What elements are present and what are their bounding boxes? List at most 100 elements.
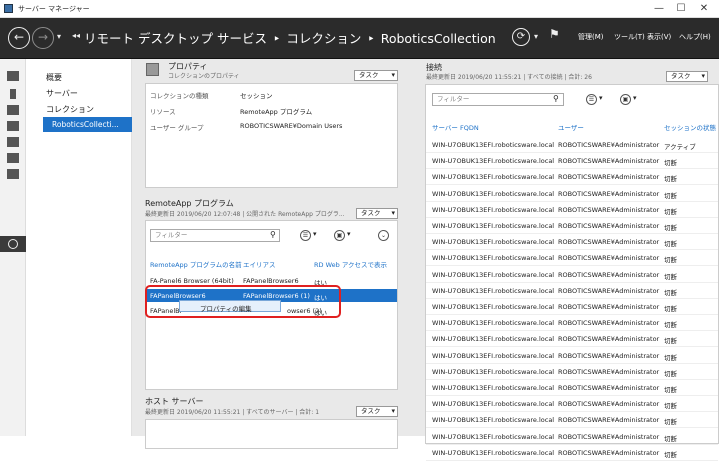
table-row-cell: 切断 (664, 207, 677, 216)
list-options-dropdown-icon[interactable]: ▾ (313, 230, 317, 238)
table-row-cell: ROBOTICSWARE¥Administrator (558, 400, 660, 409)
nav-item-overview[interactable]: 概要 (46, 72, 62, 83)
menu-manage[interactable]: 管理(M) (578, 32, 604, 42)
table-row-cell[interactable]: FA-Panel6 Browser (64bit) (150, 277, 234, 285)
remote-access-icon[interactable] (7, 153, 19, 163)
table-row[interactable]: WIN-U7OBUK13EFI.roboticsware.local ROBOTI… (426, 234, 718, 251)
table-row-cell: ROBOTICSWARE¥Administrator (558, 238, 660, 247)
table-row-cell: 切断 (664, 305, 677, 313)
table-row[interactable]: WIN-U7OBUK13EFI.roboticsware.local ROBOTI… (426, 429, 718, 445)
remote-desktop-services-item[interactable] (0, 236, 26, 252)
column-header-user[interactable]: ユーザー (558, 122, 584, 132)
breadcrumb-item[interactable]: RoboticsCollection (381, 31, 496, 46)
search-icon[interactable]: ⚲ (270, 230, 276, 239)
maximize-button[interactable]: ☐ (674, 2, 688, 16)
refresh-icon[interactable]: ⟳ (512, 28, 530, 46)
table-row[interactable]: WIN-U7OBUK13EFI.roboticsware.local ROBOTI… (426, 186, 718, 202)
table-row-cell: 切断 (664, 353, 677, 362)
table-row[interactable]: WIN-U7OBUK13EFI.roboticsware.local ROBOTI… (426, 283, 718, 299)
table-row[interactable]: WIN-U7OBUK13EFI.roboticsware.local ROBOTI… (426, 445, 718, 461)
table-row[interactable]: WIN-U7OBUK13EFI.roboticsware.local ROBOTI… (426, 412, 718, 429)
connections-subtitle: 最終更新日 2019/06/20 11:55:21 | すべての接続 | 合計:… (426, 74, 592, 81)
table-row-cell: ROBOTICSWARE¥Administrator (558, 384, 660, 392)
table-row[interactable]: WIN-U7OBUK13EFI.roboticsware.local ROBOTI… (426, 250, 718, 267)
table-row-cell: WIN-U7OBUK13EFI.roboticsware.local (432, 270, 555, 279)
table-row[interactable]: WIN-U7OBUK13EFI.roboticsware.local ROBOTI… (426, 218, 718, 234)
nav-item-collections[interactable]: コレクション (46, 104, 94, 115)
table-row-cell: ROBOTICSWARE¥Administrator (558, 141, 660, 149)
table-row[interactable]: WIN-U7OBUK13EFI.roboticsware.local ROBOTI… (426, 153, 718, 170)
nav-item-servers[interactable]: サーバー (46, 88, 78, 99)
search-icon[interactable]: ⚲ (553, 94, 559, 103)
prop-value: ROBOTICSWARE¥Domain Users (240, 122, 343, 130)
expand-icon[interactable]: ⌄ (378, 230, 389, 241)
history-dropdown-icon[interactable]: ▾ (57, 32, 61, 41)
table-row[interactable]: WIN-U7OBUK13EFI.roboticsware.local ROBOTI… (426, 169, 718, 186)
minimize-button[interactable]: — (652, 2, 666, 16)
window-title: サーバー マネージャー (18, 5, 90, 13)
menu-help[interactable]: ヘルプ(H) (679, 32, 711, 42)
table-row-cell: ROBOTICSWARE¥Administrator (558, 157, 660, 166)
remoteapp-panel: フィルター ⚲ ☰ ▾ ▣ ▾ ⌄ RemoteApp プログラムの名前 エイリ… (145, 220, 398, 390)
table-row[interactable]: WIN-U7OBUK13EFI.roboticsware.local ROBOTI… (426, 331, 718, 348)
save-query-dropdown-icon[interactable]: ▾ (633, 94, 637, 102)
table-row[interactable]: WIN-U7OBUK13EFI.roboticsware.local ROBOTI… (426, 396, 718, 413)
properties-task-button[interactable]: タスク (354, 70, 398, 81)
remoteapp-task-button[interactable]: タスク (356, 208, 398, 219)
menu-tools[interactable]: ツール(T) (614, 32, 645, 42)
table-row-cell: WIN-U7OBUK13EFI.roboticsware.local (432, 367, 555, 376)
breadcrumb-item[interactable]: コレクション (286, 31, 361, 46)
iis-icon[interactable] (7, 137, 19, 147)
hostservers-task-button[interactable]: タスク (356, 406, 398, 417)
rds-icon[interactable] (7, 169, 19, 179)
menu-view[interactable]: 表示(V) (647, 32, 671, 42)
table-row[interactable]: WIN-U7OBUK13EFI.roboticsware.local ROBOTI… (426, 380, 718, 396)
list-options-dropdown-icon[interactable]: ▾ (599, 94, 603, 102)
connections-task-button[interactable]: タスク (666, 71, 708, 82)
table-row-cell: ROBOTICSWARE¥Administrator (558, 270, 660, 279)
table-row[interactable]: WIN-U7OBUK13EFI.roboticsware.local ROBOTI… (426, 315, 718, 332)
close-button[interactable]: ✕ (697, 2, 711, 16)
save-query-icon[interactable]: ▣ (334, 230, 345, 241)
table-row-cell: 切断 (664, 386, 677, 394)
connections-filter-input[interactable]: フィルター (432, 93, 564, 106)
table-row-cell: 切断 (664, 159, 677, 168)
refresh-dropdown-icon[interactable]: ▾ (534, 32, 538, 41)
local-server-icon[interactable] (10, 89, 16, 99)
flag-icon[interactable]: ⚑ (549, 27, 560, 41)
table-row-cell[interactable]: FAPanelBrowser6 (243, 277, 299, 285)
back-icon[interactable]: ← (8, 27, 30, 49)
table-row[interactable]: WIN-U7OBUK13EFI.roboticsware.local ROBOTI… (426, 137, 718, 153)
table-row[interactable]: WIN-U7OBUK13EFI.roboticsware.local ROBOTI… (426, 348, 718, 364)
save-query-dropdown-icon[interactable]: ▾ (347, 230, 351, 238)
table-row-cell: WIN-U7OBUK13EFI.roboticsware.local (432, 432, 555, 441)
table-row-cell: ROBOTICSWARE¥Administrator (558, 173, 660, 182)
save-query-icon[interactable]: ▣ (620, 94, 631, 105)
table-row-cell: ROBOTICSWARE¥Administrator (558, 222, 660, 230)
table-row-cell: 切断 (664, 240, 677, 249)
table-row-cell: ROBOTICSWARE¥Administrator (558, 335, 660, 344)
remoteapp-filter-input[interactable]: フィルター (150, 229, 280, 242)
table-row-cell: ROBOTICSWARE¥Administrator (558, 351, 660, 360)
properties-panel: コレクションの種類 セッション リソース RemoteApp プログラム ユーザ… (145, 83, 398, 188)
column-header-fqdn[interactable]: サーバー FQDN (432, 122, 479, 132)
table-row-cell: ROBOTICSWARE¥Administrator (558, 448, 660, 457)
breadcrumb-separator: ‣ (367, 31, 375, 46)
column-header-session-state[interactable]: セッションの状態 (664, 122, 718, 132)
list-options-icon[interactable]: ☰ (586, 94, 597, 105)
all-servers-icon[interactable] (7, 105, 19, 115)
prop-key: ユーザー グループ (150, 124, 204, 132)
breadcrumb-item[interactable]: リモート デスクトップ サービス (84, 31, 267, 46)
table-row[interactable]: WIN-U7OBUK13EFI.roboticsware.local ROBOTI… (426, 267, 718, 283)
table-row[interactable]: WIN-U7OBUK13EFI.roboticsware.local ROBOTI… (426, 202, 718, 218)
column-header-rdweb[interactable]: RD Web アクセスで表示 (314, 259, 387, 269)
table-row-cell: WIN-U7OBUK13EFI.roboticsware.local (432, 238, 555, 247)
column-header-alias[interactable]: エイリアス (243, 259, 276, 269)
table-row[interactable]: WIN-U7OBUK13EFI.roboticsware.local ROBOTI… (426, 299, 718, 315)
file-storage-icon[interactable] (7, 121, 19, 131)
table-row[interactable]: WIN-U7OBUK13EFI.roboticsware.local ROBOTI… (426, 364, 718, 380)
forward-icon[interactable]: → (32, 27, 54, 49)
column-header-name[interactable]: RemoteApp プログラムの名前 (150, 259, 242, 269)
dashboard-icon[interactable] (7, 71, 19, 81)
list-options-icon[interactable]: ☰ (300, 230, 311, 241)
